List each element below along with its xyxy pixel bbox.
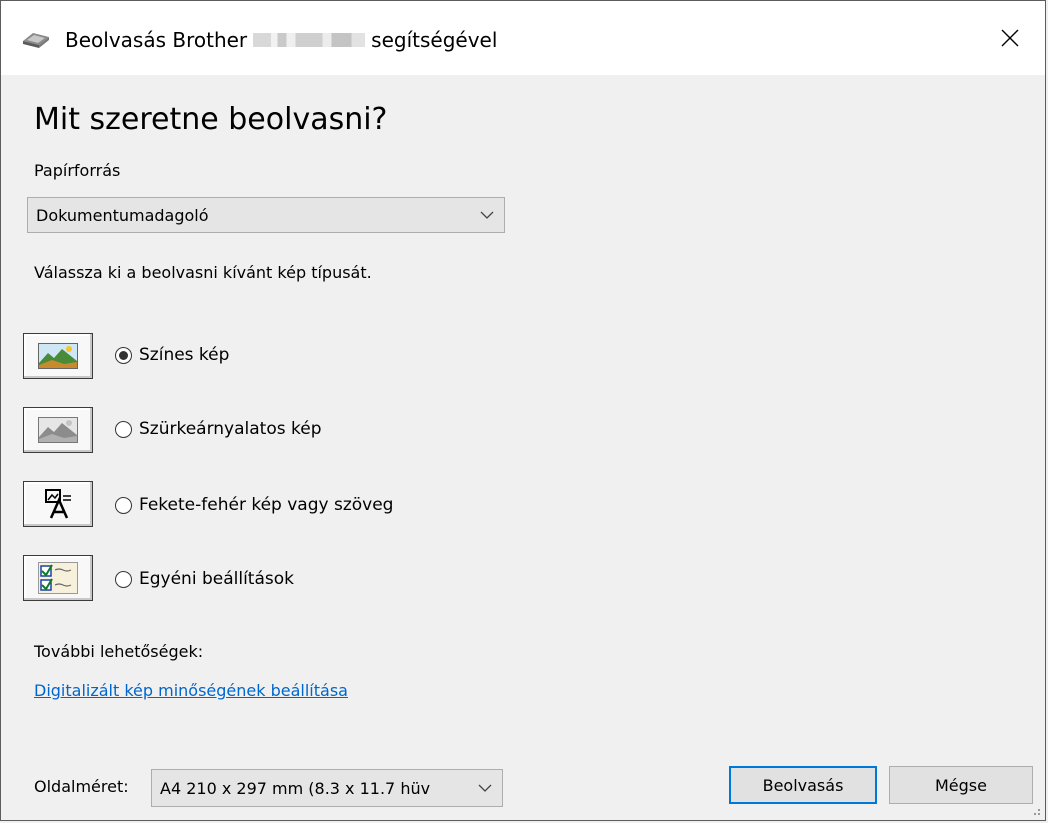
close-button[interactable] bbox=[975, 1, 1045, 75]
scanner-icon bbox=[23, 33, 49, 48]
color-picture-thumb-button[interactable] bbox=[23, 333, 93, 379]
radio-indicator bbox=[115, 570, 132, 588]
title-bar: Beolvasás Brother segítségével bbox=[1, 1, 1045, 75]
paper-source-select[interactable]: Dokumentumadagoló bbox=[27, 197, 505, 233]
radio-black-white-text[interactable]: Fekete-fehér kép vagy szöveg bbox=[115, 495, 393, 515]
adjust-quality-link[interactable]: Digitalizált kép minőségének beállítása bbox=[34, 681, 348, 700]
page-size-label: Oldalméret: bbox=[34, 777, 129, 796]
window-title-prefix: Beolvasás Brother bbox=[65, 28, 248, 52]
radio-label-custom-settings: Egyéni beállítások bbox=[139, 569, 294, 589]
grayscale-picture-thumb-button[interactable] bbox=[23, 407, 93, 453]
radio-label-color-picture: Színes kép bbox=[139, 345, 230, 365]
radio-label-grayscale-picture: Szürkeárnyalatos kép bbox=[139, 419, 322, 439]
close-icon bbox=[1001, 29, 1019, 47]
redacted-model-name bbox=[253, 33, 366, 47]
resize-grip-icon[interactable] bbox=[1031, 806, 1041, 816]
window-title: Beolvasás Brother segítségével bbox=[65, 27, 497, 53]
paper-source-value: Dokumentumadagoló bbox=[36, 205, 209, 225]
radio-indicator bbox=[115, 346, 132, 364]
page-title: Mit szeretne beolvasni? bbox=[34, 102, 388, 137]
custom-settings-thumb-button[interactable] bbox=[23, 555, 93, 601]
radio-label-black-white-text: Fekete-fehér kép vagy szöveg bbox=[139, 495, 394, 515]
grayscale-picture-icon bbox=[38, 417, 78, 443]
page-size-select[interactable]: A4 210 x 297 mm (8.3 x 11.7 hüv bbox=[151, 769, 503, 807]
page-size-value: A4 210 x 297 mm (8.3 x 11.7 hüv bbox=[160, 778, 431, 798]
custom-settings-icon bbox=[38, 562, 78, 594]
radio-indicator bbox=[115, 496, 132, 514]
more-options-label: További lehetőségek: bbox=[34, 642, 204, 661]
radio-indicator bbox=[115, 420, 132, 438]
radio-color-picture[interactable]: Színes kép bbox=[115, 345, 229, 365]
image-type-prompt: Válassza ki a beolvasni kívánt kép típus… bbox=[34, 263, 372, 282]
scan-button[interactable]: Beolvasás bbox=[729, 766, 877, 804]
cancel-button[interactable]: Mégse bbox=[889, 766, 1033, 804]
chevron-down-icon bbox=[480, 211, 494, 219]
radio-custom-settings[interactable]: Egyéni beállítások bbox=[115, 569, 294, 589]
radio-grayscale-picture[interactable]: Szürkeárnyalatos kép bbox=[115, 419, 322, 439]
black-white-text-icon bbox=[45, 489, 71, 519]
scan-dialog: Beolvasás Brother segítségével Mit szere… bbox=[0, 0, 1046, 821]
chevron-down-icon bbox=[478, 784, 492, 792]
window-title-suffix: segítségével bbox=[371, 28, 498, 52]
black-white-text-thumb-button[interactable] bbox=[23, 481, 93, 527]
color-picture-icon bbox=[38, 343, 78, 369]
paper-source-label: Papírforrás bbox=[34, 161, 121, 180]
